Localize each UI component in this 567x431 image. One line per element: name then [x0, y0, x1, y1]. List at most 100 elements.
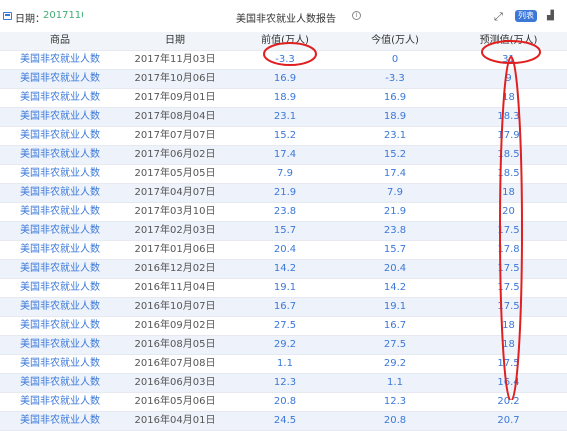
row-commodity[interactable]: 美国非农就业人数	[0, 184, 120, 202]
row-commodity[interactable]: 美国非农就业人数	[0, 374, 120, 392]
row-previous: 15.7	[273, 225, 297, 236]
row-previous: 24.5	[273, 415, 297, 426]
table-row[interactable]: 美国非农就业人数 2016年11月04日 19.1 14.2 17.5	[0, 279, 567, 298]
row-forecast: 18.5	[497, 168, 520, 179]
row-commodity[interactable]: 美国非农就业人数	[0, 222, 120, 240]
row-date: 2016年10月07日	[134, 301, 216, 312]
row-date: 2017年11月03日	[134, 54, 216, 65]
date-input[interactable]: 2017110	[43, 10, 83, 21]
table-row[interactable]: 美国非农就业人数 2017年05月05日 7.9 17.4 18.5	[0, 165, 567, 184]
table-row[interactable]: 美国非农就业人数 2016年04月01日 24.5 20.8 20.7	[0, 412, 567, 431]
column-header-previous: 前值(万人)	[261, 35, 309, 46]
column-header-date: 日期	[165, 35, 185, 46]
row-forecast: 17.5	[497, 282, 520, 293]
row-date: 2017年07月07日	[134, 130, 216, 141]
expand-icon[interactable]: ⤢	[494, 10, 503, 24]
calendar-icon[interactable]	[3, 12, 12, 20]
row-actual: 7.9	[387, 187, 403, 198]
table-row[interactable]: 美国非农就业人数 2017年10月06日 16.9 -3.3 9	[0, 70, 567, 89]
row-previous: 23.8	[273, 206, 297, 217]
table-row[interactable]: 美国非农就业人数 2016年09月02日 27.5 16.7 18	[0, 317, 567, 336]
row-commodity[interactable]: 美国非农就业人数	[0, 241, 120, 259]
table-row[interactable]: 美国非农就业人数 2017年02月03日 15.7 23.8 17.5	[0, 222, 567, 241]
row-actual: 14.2	[383, 282, 407, 293]
row-commodity[interactable]: 美国非农就业人数	[0, 336, 120, 354]
list-view-toggle[interactable]: 列表	[515, 10, 537, 22]
table-row[interactable]: 美国非农就业人数 2017年04月07日 21.9 7.9 18	[0, 184, 567, 203]
row-previous: 27.5	[273, 320, 297, 331]
row-date: 2016年07月08日	[134, 358, 216, 369]
chart-view-icon[interactable]: ▟	[547, 11, 554, 21]
table-body: 美国非农就业人数 2017年11月03日 -3.3 0 31 美国非农就业人数 2017年1…	[0, 51, 567, 431]
table-row[interactable]: 美国非农就业人数 2017年06月02日 17.4 15.2 18.5	[0, 146, 567, 165]
row-previous: 14.2	[273, 263, 297, 274]
row-commodity[interactable]: 美国非农就业人数	[0, 89, 120, 107]
row-commodity[interactable]: 美国非农就业人数	[0, 146, 120, 164]
row-commodity[interactable]: 美国非农就业人数	[0, 393, 120, 411]
table-row[interactable]: 美国非农就业人数 2016年05月06日 20.8 12.3 20.2	[0, 393, 567, 412]
row-forecast: 20.2	[497, 396, 520, 407]
info-icon[interactable]: i	[352, 11, 361, 20]
row-forecast: 17.8	[497, 244, 520, 255]
row-forecast: 17.5	[497, 301, 520, 312]
row-previous: -3.3	[275, 54, 295, 65]
row-date: 2017年01月06日	[134, 244, 216, 255]
row-date: 2017年03月10日	[134, 206, 216, 217]
row-commodity[interactable]: 美国非农就业人数	[0, 165, 120, 183]
row-previous: 20.8	[273, 396, 297, 407]
row-commodity[interactable]: 美国非农就业人数	[0, 279, 120, 297]
row-commodity[interactable]: 美国非农就业人数	[0, 260, 120, 278]
row-previous: 17.4	[273, 149, 297, 160]
table-row[interactable]: 美国非农就业人数 2017年08月04日 23.1 18.9 18.3	[0, 108, 567, 127]
row-forecast: 17.5	[497, 225, 520, 236]
table-row[interactable]: 美国非农就业人数 2017年07月07日 15.2 23.1 17.9	[0, 127, 567, 146]
table-row[interactable]: 美国非农就业人数 2017年01月06日 20.4 15.7 17.8	[0, 241, 567, 260]
row-forecast: 18	[502, 187, 515, 198]
row-actual: 23.1	[383, 130, 407, 141]
row-previous: 23.1	[273, 111, 297, 122]
row-actual: 19.1	[383, 301, 407, 312]
row-forecast: 16.4	[497, 377, 520, 388]
row-actual: -3.3	[385, 73, 405, 84]
row-actual: 16.9	[383, 92, 407, 103]
row-previous: 19.1	[273, 282, 297, 293]
row-previous: 18.9	[273, 92, 297, 103]
row-commodity[interactable]: 美国非农就业人数	[0, 108, 120, 126]
report-header: 日期： 2017110 美国非农就业人数报告 i ⤢ 列表 ▟	[0, 0, 567, 32]
row-forecast: 9	[505, 73, 512, 84]
table-row[interactable]: 美国非农就业人数 2017年11月03日 -3.3 0 31	[0, 51, 567, 70]
row-forecast: 17.9	[497, 130, 520, 141]
row-commodity[interactable]: 美国非农就业人数	[0, 70, 120, 88]
row-actual: 27.5	[383, 339, 407, 350]
row-forecast: 20.7	[497, 415, 520, 426]
row-date: 2017年06月02日	[134, 149, 216, 160]
row-date: 2016年06月03日	[134, 377, 216, 388]
row-previous: 15.2	[273, 130, 297, 141]
table-row[interactable]: 美国非农就业人数 2016年12月02日 14.2 20.4 17.5	[0, 260, 567, 279]
row-commodity[interactable]: 美国非农就业人数	[0, 127, 120, 145]
row-actual: 23.8	[383, 225, 407, 236]
table-row[interactable]: 美国非农就业人数 2017年09月01日 18.9 16.9 18	[0, 89, 567, 108]
row-commodity[interactable]: 美国非农就业人数	[0, 203, 120, 221]
row-date: 2017年09月01日	[134, 92, 216, 103]
row-forecast: 17.5	[497, 358, 520, 369]
row-forecast: 18	[502, 320, 515, 331]
row-actual: 20.8	[383, 415, 407, 426]
row-commodity[interactable]: 美国非农就业人数	[0, 298, 120, 316]
row-previous: 16.9	[273, 73, 297, 84]
row-commodity[interactable]: 美国非农就业人数	[0, 317, 120, 335]
table-row[interactable]: 美国非农就业人数 2016年10月07日 16.7 19.1 17.5	[0, 298, 567, 317]
row-commodity[interactable]: 美国非农就业人数	[0, 51, 120, 69]
row-actual: 29.2	[383, 358, 407, 369]
column-header-forecast: 预测值(万人)	[479, 35, 538, 46]
row-date: 2017年05月05日	[134, 168, 216, 179]
row-actual: 18.9	[383, 111, 407, 122]
column-header-actual: 今值(万人)	[371, 35, 419, 46]
row-commodity[interactable]: 美国非农就业人数	[0, 355, 120, 373]
table-row[interactable]: 美国非农就业人数 2017年03月10日 23.8 21.9 20	[0, 203, 567, 222]
table-row[interactable]: 美国非农就业人数 2016年06月03日 12.3 1.1 16.4	[0, 374, 567, 393]
row-commodity[interactable]: 美国非农就业人数	[0, 412, 120, 430]
row-actual: 0	[391, 54, 399, 65]
table-row[interactable]: 美国非农就业人数 2016年07月08日 1.1 29.2 17.5	[0, 355, 567, 374]
table-row[interactable]: 美国非农就业人数 2016年08月05日 29.2 27.5 18	[0, 336, 567, 355]
